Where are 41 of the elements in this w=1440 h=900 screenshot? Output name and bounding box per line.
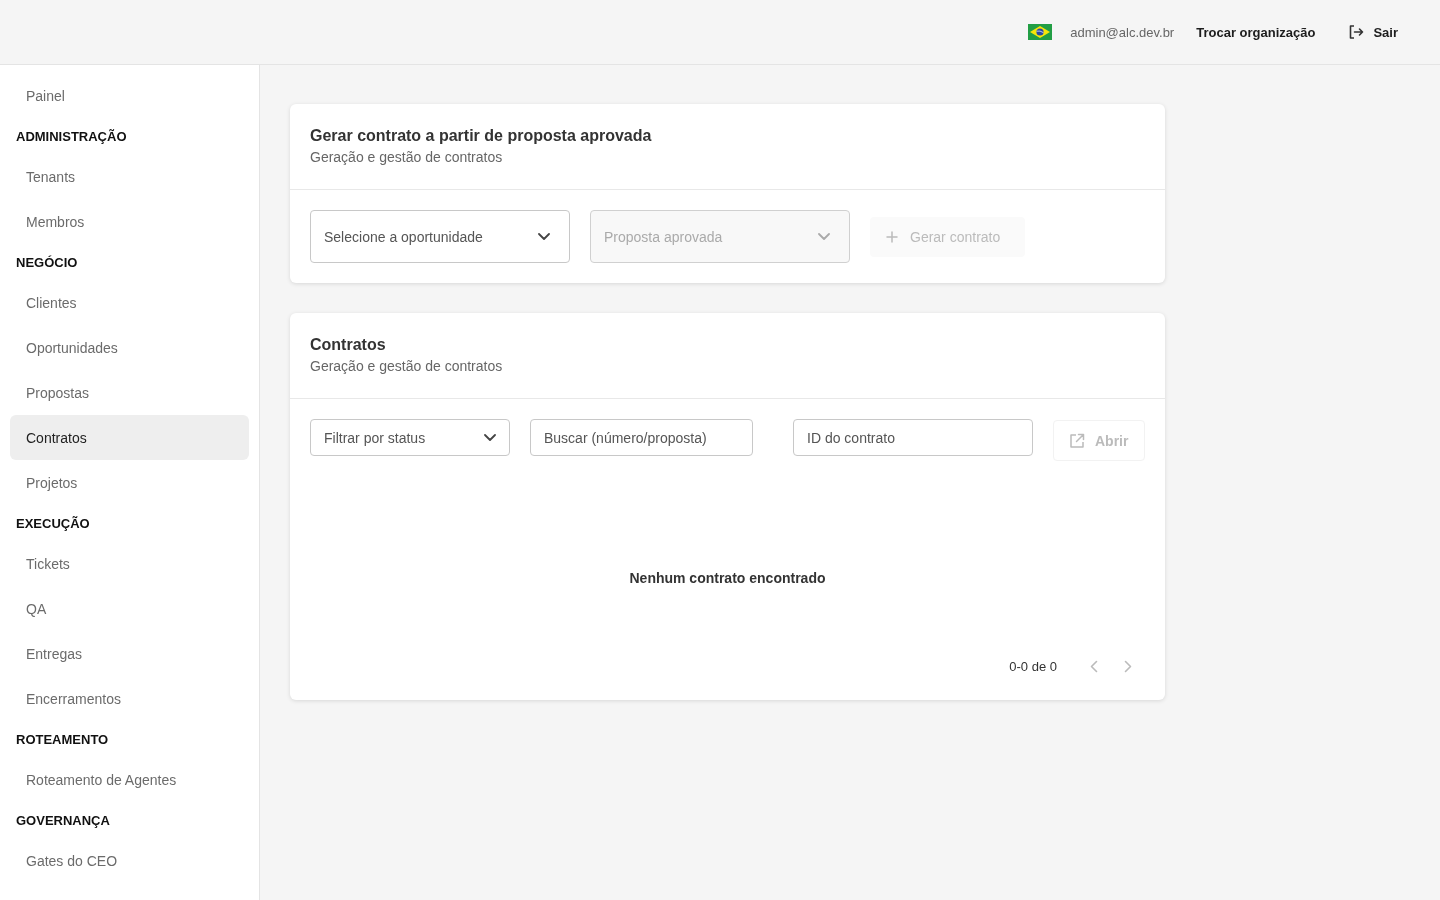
sidebar-item[interactable]: Entregas (10, 631, 249, 676)
contract-id-field[interactable]: ID do contrato (793, 419, 1033, 456)
card-subtitle: Geração e gestão de contratos (310, 148, 504, 167)
chevron-down-icon (538, 233, 550, 240)
chevron-down-icon (818, 233, 830, 240)
brazil-flag-icon (1028, 24, 1053, 40)
sidebar-item[interactable]: Membros (10, 199, 249, 244)
plus-icon (886, 230, 898, 243)
sidebar-item[interactable]: Oportunidades (10, 325, 249, 370)
section-heading: ROTEAMENTO (16, 731, 109, 747)
section-heading: EXECUÇÃO (16, 515, 90, 531)
external-link-icon (1069, 432, 1085, 449)
sidebar-item[interactable]: Tickets (10, 541, 249, 586)
sidebar-item[interactable]: Roteamento de Agentes (10, 757, 249, 802)
section-heading: NEGÓCIO (16, 254, 78, 270)
logout-icon (1349, 25, 1365, 39)
select-field[interactable]: Filtrar por status (310, 419, 510, 456)
card-subtitle: Geração e gestão de contratos (310, 357, 504, 376)
sidebar-item[interactable]: Painel (10, 73, 249, 118)
user-email: admin@alc.dev.br (1070, 24, 1175, 40)
chevron-down-icon (484, 434, 496, 441)
sidebar-item[interactable]: Contratos (10, 415, 249, 460)
section-heading: GOVERNANÇA (16, 812, 110, 828)
card-title: Gerar contrato a partir de proposta aprovada (310, 126, 653, 146)
chevron-right-icon (1124, 659, 1132, 673)
card-title: Contratos (310, 335, 387, 355)
sidebar-item[interactable]: Projetos (10, 460, 249, 505)
pagination-range: 0-0 de 0 (1009, 658, 1057, 674)
switch-organization-button[interactable]: Trocar organização (1196, 24, 1316, 40)
sidebar-item[interactable]: Propostas (10, 370, 249, 415)
sidebar-item[interactable]: Clientes (10, 280, 249, 325)
chevron-left-icon (1090, 659, 1098, 673)
sidebar-item[interactable]: Tenants (10, 154, 249, 199)
section-heading: ADMINISTRAÇÃO (16, 128, 127, 144)
logout-button[interactable]: Sair (1349, 24, 1398, 40)
search-field[interactable]: Buscar (número/proposta) (530, 419, 753, 456)
empty-message: Nenhum contrato encontrado (629, 569, 826, 588)
select-field[interactable]: Selecione a oportunidade (310, 210, 570, 263)
sidebar-item[interactable]: QA (10, 586, 249, 631)
sidebar-item[interactable]: Encerramentos (10, 676, 249, 721)
sidebar-item[interactable]: Gates do CEO (10, 838, 249, 883)
